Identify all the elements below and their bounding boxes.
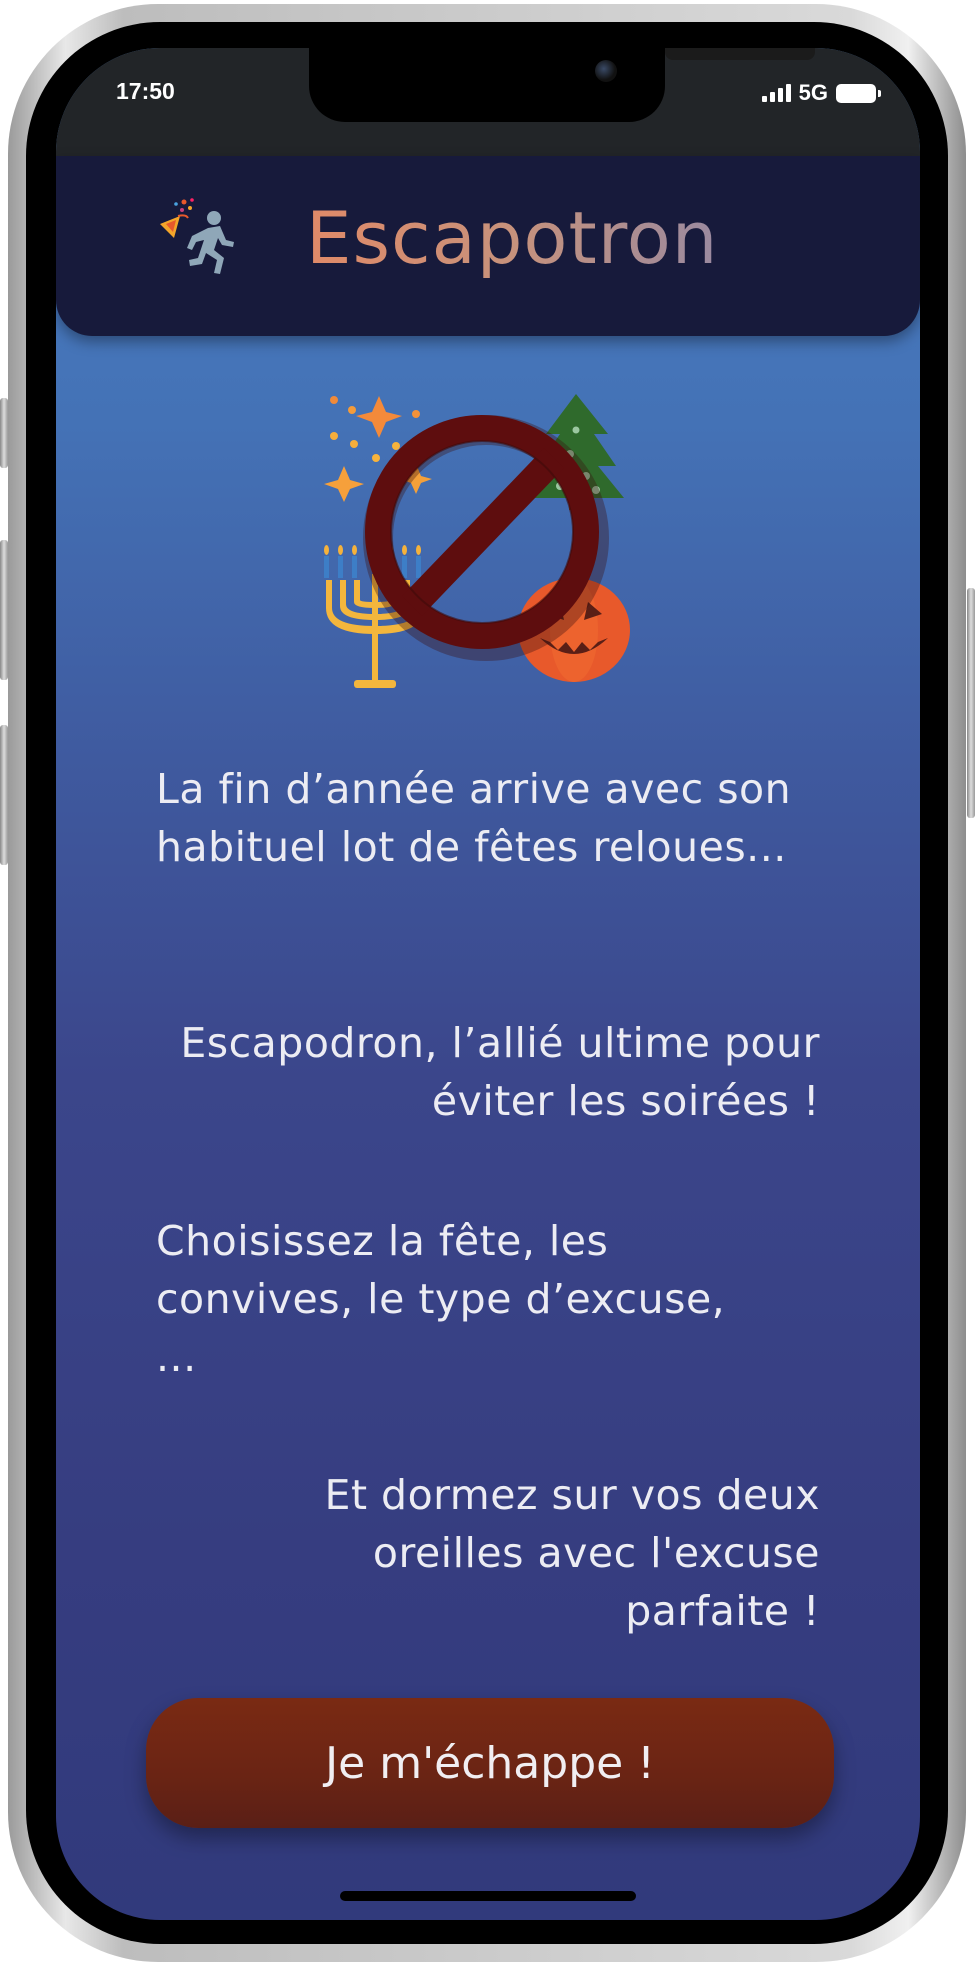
app-title: Escapotron: [306, 196, 719, 280]
party-popper-icon: [160, 198, 194, 238]
intro-paragraph-1: La fin d’année arrive avec son habituel …: [156, 765, 792, 871]
intro-paragraph-4: Et dormez sur vos deux oreilles avec l'e…: [324, 1471, 820, 1635]
power-button: [967, 588, 975, 818]
home-indicator[interactable]: [340, 1891, 636, 1901]
escape-button[interactable]: Je m'échappe !: [146, 1698, 834, 1828]
volume-up-button: [0, 540, 8, 680]
camera-icon: [595, 60, 617, 82]
prohibited-icon: [363, 415, 609, 661]
hero-illustration: [324, 394, 630, 688]
notch: [309, 48, 815, 122]
network-label: 5G: [798, 80, 828, 105]
signal-icon: [761, 84, 791, 102]
speaker: [665, 48, 815, 60]
status-time: 17:50: [116, 78, 175, 104]
app-logo: [160, 198, 234, 274]
app-header: Escapotron: [56, 156, 920, 336]
intro-paragraph-2: Escapodron, l’allié ultime pour éviter l…: [180, 1019, 820, 1125]
screen: 17:50 5G Escapotron La fin d’année arriv…: [56, 48, 920, 1920]
intro-paragraph-3: Choisissez la fête, les convives, le typ…: [156, 1217, 726, 1381]
silent-switch: [0, 398, 8, 468]
volume-down-button: [0, 725, 8, 865]
battery-icon: [836, 83, 881, 103]
status-indicators: 5G: [761, 80, 881, 106]
running-person-icon: [187, 211, 234, 274]
